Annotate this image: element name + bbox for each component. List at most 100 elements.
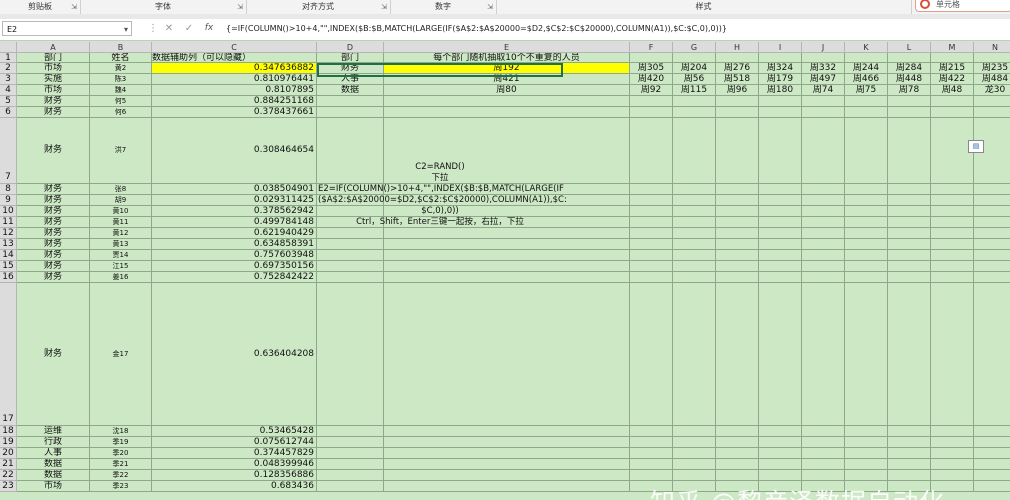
grid-cell[interactable]	[317, 448, 384, 459]
cancel-icon[interactable]: ✕	[160, 21, 178, 36]
grid-cell[interactable]	[716, 206, 759, 217]
grid-cell[interactable]	[931, 195, 974, 206]
grid-cell[interactable]	[802, 107, 845, 118]
grid-cell[interactable]	[802, 272, 845, 283]
header-cell-helper[interactable]: 数据辅助列（可以隐藏）	[152, 53, 317, 63]
cell-helper-value[interactable]: 0.8107895	[152, 85, 317, 96]
grid-cell[interactable]	[317, 261, 384, 272]
grid-cell[interactable]	[974, 107, 1010, 118]
column-header[interactable]: N	[974, 42, 1010, 53]
cell-result[interactable]: 周276	[716, 63, 759, 74]
grid-cell[interactable]	[888, 118, 931, 184]
grid-cell[interactable]	[888, 261, 931, 272]
grid-cell[interactable]	[974, 470, 1010, 481]
grid-cell[interactable]	[630, 217, 673, 228]
row-header[interactable]: 12	[0, 228, 17, 239]
grid-cell[interactable]	[888, 272, 931, 283]
row-header[interactable]: 15	[0, 261, 17, 272]
grid-cell[interactable]	[317, 250, 384, 261]
cell-helper-value[interactable]: 0.038504901	[152, 184, 317, 195]
chevron-down-icon[interactable]: ▾	[124, 22, 128, 37]
grid-cell[interactable]	[716, 272, 759, 283]
grid-cell[interactable]	[931, 217, 974, 228]
grid-cell[interactable]	[845, 272, 888, 283]
cell-result[interactable]: 龙30	[974, 85, 1010, 96]
cell-dept[interactable]: 财务	[17, 107, 90, 118]
grid-cell[interactable]	[673, 195, 716, 206]
grid-cell[interactable]	[759, 283, 802, 426]
column-header[interactable]: B	[90, 42, 152, 53]
grid-cell[interactable]	[888, 283, 931, 426]
grid-cell[interactable]	[317, 470, 384, 481]
row-header[interactable]: 22	[0, 470, 17, 481]
grid-cell[interactable]	[974, 426, 1010, 437]
grid-cell[interactable]	[630, 283, 673, 426]
grid-cell[interactable]	[317, 107, 384, 118]
grid-cell[interactable]	[759, 228, 802, 239]
grid-cell[interactable]	[845, 184, 888, 195]
grid-cell[interactable]	[845, 228, 888, 239]
column-header[interactable]: M	[931, 42, 974, 53]
grid-cell[interactable]	[673, 250, 716, 261]
grid-cell[interactable]	[845, 437, 888, 448]
cell-helper-value[interactable]: 0.347636882	[152, 63, 317, 74]
grid-cell[interactable]	[759, 53, 802, 63]
cell-helper-value[interactable]: 0.53465428	[152, 426, 317, 437]
grid-cell[interactable]	[384, 470, 630, 481]
grid-cell[interactable]	[802, 283, 845, 426]
cell-name[interactable]: 何5	[90, 96, 152, 107]
cell-dept[interactable]: 财务	[17, 184, 90, 195]
row-header[interactable]: 3	[0, 74, 17, 85]
grid-cell[interactable]	[802, 448, 845, 459]
grid-cell[interactable]	[974, 437, 1010, 448]
grid-cell[interactable]	[630, 53, 673, 63]
cell-helper-value[interactable]: 0.308464654	[152, 118, 317, 184]
grid-cell[interactable]	[630, 448, 673, 459]
cell-helper-value[interactable]: 0.636404208	[152, 283, 317, 426]
grid-cell[interactable]	[931, 206, 974, 217]
cell-name[interactable]: 黄10	[90, 206, 152, 217]
cell-name[interactable]: 季22	[90, 470, 152, 481]
grid-cell[interactable]	[759, 448, 802, 459]
row-header[interactable]: 23	[0, 481, 17, 492]
cell-name[interactable]: 季23	[90, 481, 152, 492]
grid-cell[interactable]	[716, 283, 759, 426]
row-header[interactable]: 19	[0, 437, 17, 448]
grid-cell[interactable]	[974, 53, 1010, 63]
row-header[interactable]: 21	[0, 459, 17, 470]
grid-cell[interactable]	[888, 426, 931, 437]
grid-cell[interactable]	[845, 250, 888, 261]
cell-dept[interactable]: 财务	[17, 96, 90, 107]
grid-cell[interactable]	[802, 228, 845, 239]
cell-result[interactable]: 周497	[802, 74, 845, 85]
cell-dept[interactable]: 财务	[17, 250, 90, 261]
cell-result[interactable]: 周466	[845, 74, 888, 85]
grid-cell[interactable]	[888, 448, 931, 459]
grid-cell[interactable]	[974, 272, 1010, 283]
grid-cell[interactable]	[888, 107, 931, 118]
grid-cell[interactable]	[317, 459, 384, 470]
grid-cell[interactable]	[759, 96, 802, 107]
select-all-button[interactable]	[0, 42, 17, 53]
grid-cell[interactable]	[759, 195, 802, 206]
ribbon-group-clipboard[interactable]: 剪贴板 ⇲	[0, 0, 81, 14]
cell-result[interactable]: 周422	[931, 74, 974, 85]
grid-cell[interactable]	[888, 459, 931, 470]
cell-name[interactable]: 金17	[90, 283, 152, 426]
grid-cell[interactable]	[974, 206, 1010, 217]
grid-cell[interactable]	[384, 107, 630, 118]
grid-cell[interactable]	[931, 283, 974, 426]
cell-result[interactable]: 周92	[630, 85, 673, 96]
grid-cell[interactable]	[673, 107, 716, 118]
grid-cell[interactable]	[673, 283, 716, 426]
header-cell-dept[interactable]: 部门	[17, 53, 90, 63]
cell-result[interactable]: 周332	[802, 63, 845, 74]
grid-cell[interactable]	[802, 206, 845, 217]
dialog-launcher-icon[interactable]: ⇲	[237, 0, 243, 14]
cell-dept[interactable]: 数据	[17, 470, 90, 481]
grid-cell[interactable]	[317, 228, 384, 239]
formula-input[interactable]: {=IF(COLUMN()>10+4,"",INDEX($B:$B,MATCH(…	[226, 21, 727, 36]
grid-cell[interactable]	[384, 481, 630, 492]
grid-cell[interactable]	[931, 239, 974, 250]
cell-helper-value[interactable]: 0.029311425	[152, 195, 317, 206]
